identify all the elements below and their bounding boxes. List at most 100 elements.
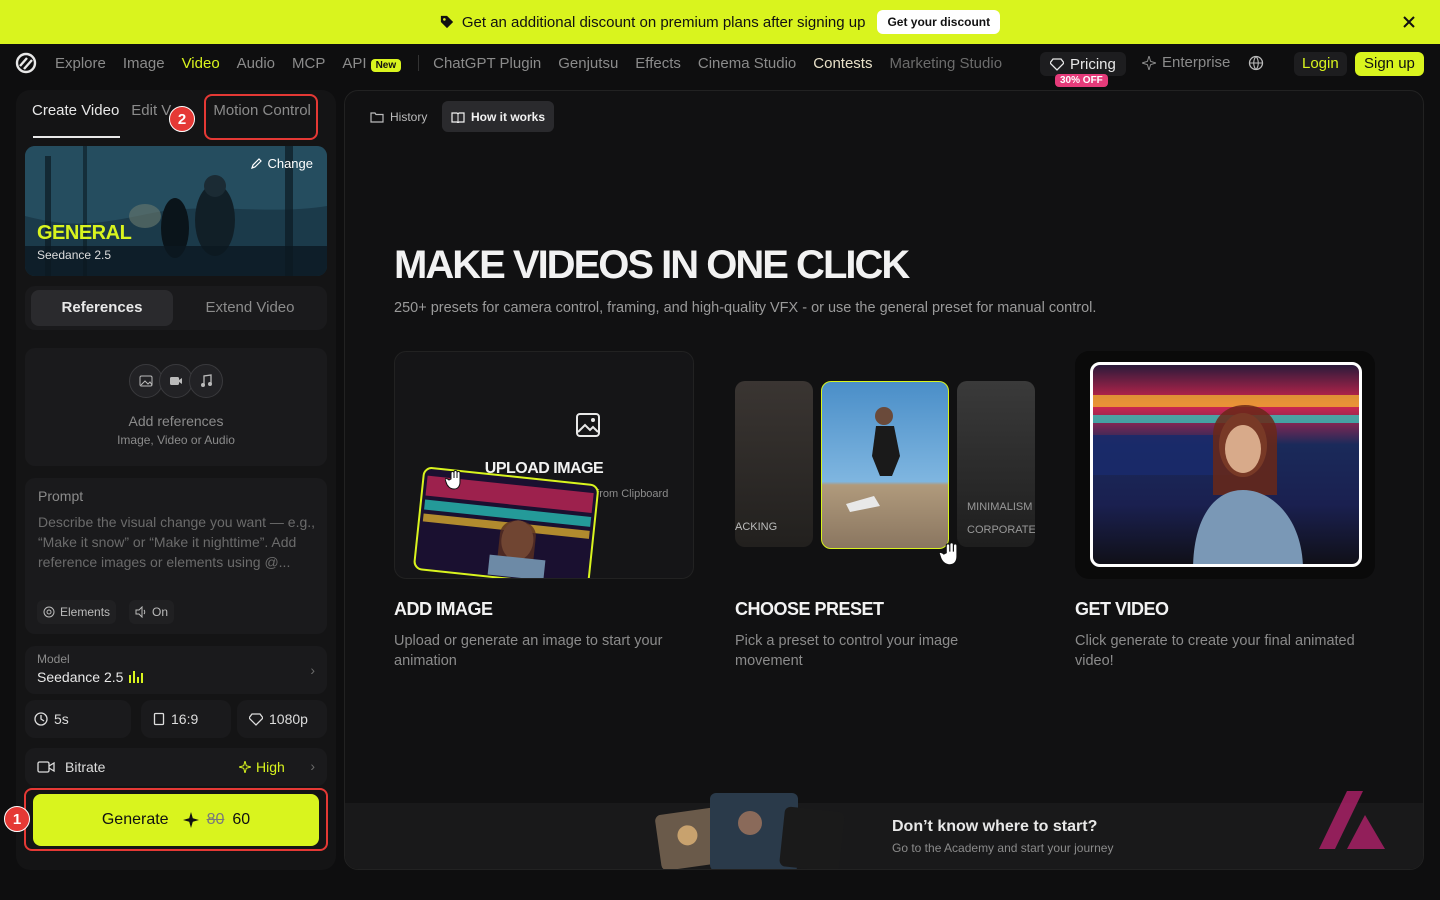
sparkle-icon (239, 761, 251, 773)
clock-icon (34, 712, 48, 726)
hand-cursor-icon (445, 470, 461, 490)
aspect-ratio-value: 16:9 (171, 711, 199, 727)
nav-effects[interactable]: Effects (635, 55, 681, 72)
preset-thumb-selected (821, 381, 949, 549)
create-video-panel: Create Video Edit V Motion Control 2 Cha… (4, 90, 336, 870)
preset-label-corporate: CORPORATE (967, 524, 1035, 536)
mode-references[interactable]: References (31, 290, 173, 326)
academy-title: Don’t know where to start? (892, 818, 1098, 835)
model-name: Seedance 2.5 (37, 669, 124, 685)
how-it-works-label: How it works (471, 109, 546, 124)
change-label: Change (267, 156, 313, 171)
change-preset-button[interactable]: Change (250, 156, 313, 171)
ratio-icon (153, 712, 165, 726)
preset-label-tracking: ACKING (735, 521, 778, 533)
tab-history[interactable]: History (361, 101, 436, 132)
bitrate-label: Bitrate (65, 759, 106, 775)
academy-banner[interactable]: Don’t know where to start? Go to the Aca… (345, 791, 1423, 869)
tab-edit-video[interactable]: Edit V (131, 102, 171, 119)
video-icon (159, 364, 193, 398)
result-video-frame (1090, 362, 1362, 567)
reference-type-icons (129, 364, 223, 398)
step-3-description: Click generate to create your final anim… (1075, 633, 1355, 669)
logo-icon[interactable] (15, 52, 37, 74)
elements-label: Elements (60, 605, 111, 619)
nav-contests[interactable]: Contests (813, 55, 872, 72)
folder-icon (370, 111, 384, 123)
pencil-icon (251, 157, 263, 169)
academy-thumbnails (655, 793, 845, 869)
nav-video[interactable]: Video (182, 55, 220, 72)
nav-explore[interactable]: Explore (55, 55, 106, 72)
duration-selector[interactable]: 5s (25, 700, 131, 738)
nav-image[interactable]: Image (123, 55, 165, 72)
login-button[interactable]: Login (1294, 52, 1347, 76)
person-figure (846, 407, 900, 512)
nav-chatgpt-plugin[interactable]: ChatGPT Plugin (433, 55, 541, 72)
prompt-label: Prompt (38, 488, 84, 504)
nav-api-label: API (342, 54, 367, 72)
chevron-right-icon: › (310, 758, 315, 774)
model-selector[interactable]: Model Seedance 2.5 › (25, 646, 327, 694)
nav-api[interactable]: API New (342, 54, 402, 72)
bitrate-value: High (256, 759, 285, 775)
tab-create-video[interactable]: Create Video (32, 102, 119, 119)
sparkle-icon (1142, 55, 1156, 70)
get-discount-button[interactable]: Get your discount (877, 10, 1001, 34)
prompt-field[interactable]: Prompt Describe the visual change you wa… (25, 478, 327, 634)
preset-title: GENERAL (37, 222, 132, 244)
hand-cursor-icon (939, 542, 958, 566)
tab-how-it-works[interactable]: How it works (442, 101, 555, 132)
diamond-icon (249, 713, 263, 726)
annotation-box-motion-control (204, 94, 318, 140)
banner-text: Get an additional discount on premium pl… (461, 13, 866, 31)
diamond-icon (1050, 58, 1064, 71)
sound-toggle[interactable]: On (129, 600, 175, 624)
generate-button[interactable]: Generate 80 60 (33, 794, 319, 846)
get-video-illustration (1075, 351, 1375, 579)
prompt-placeholder: Describe the visual change you want — e.… (38, 514, 316, 570)
sound-label: On (152, 605, 169, 619)
generate-label: Generate (101, 811, 169, 828)
add-references-dropzone[interactable]: Add references Image, Video or Audio (25, 348, 327, 466)
enterprise-label: Enterprise (1162, 54, 1231, 71)
image-icon (129, 364, 163, 398)
bars-icon (129, 671, 144, 683)
sparkle-icon (182, 812, 199, 828)
nav-divider (418, 55, 420, 71)
add-references-subtitle: Image, Video or Audio (117, 433, 235, 447)
model-label: Model (37, 652, 70, 666)
globe-icon[interactable] (1248, 55, 1264, 71)
step-1-title: ADD IMAGE (394, 599, 493, 619)
pricing-button[interactable]: Pricing (1040, 52, 1126, 76)
signup-button[interactable]: Sign up (1355, 52, 1424, 76)
mode-extend-video[interactable]: Extend Video (179, 290, 321, 326)
nav-audio[interactable]: Audio (237, 55, 275, 72)
enterprise-link[interactable]: Enterprise (1142, 54, 1230, 71)
step-2-title: CHOOSE PRESET (735, 599, 884, 619)
nav-mcp[interactable]: MCP (292, 55, 325, 72)
resolution-selector[interactable]: 1080p (237, 700, 327, 738)
step-1-description: Upload or generate an image to start you… (394, 633, 663, 669)
pricing-label: Pricing (1070, 55, 1116, 73)
bitrate-selector[interactable]: Bitrate High › (25, 748, 327, 786)
top-nav: Explore Image Video Audio MCP API New Cha… (0, 44, 1440, 87)
resolution-value: 1080p (269, 711, 308, 727)
annotation-marker-2: 2 (169, 106, 195, 132)
preset-card[interactable]: Change GENERAL Seedance 2.5 (25, 146, 327, 276)
close-icon[interactable] (1400, 13, 1418, 31)
mode-switch: References Extend Video (25, 286, 327, 330)
nav-marketing-studio[interactable]: Marketing Studio (889, 55, 1002, 72)
preset-thumb-tracking: ACKING (735, 381, 813, 547)
nav-cinema-studio[interactable]: Cinema Studio (698, 55, 796, 72)
academy-subtitle: Go to the Academy and start your journey (892, 841, 1114, 855)
choose-preset-illustration: ACKING MINIMALISM CORPORATE (735, 351, 1035, 579)
aspect-ratio-selector[interactable]: 16:9 (141, 700, 231, 738)
elements-button[interactable]: Elements (37, 600, 117, 624)
step-2-description: Pick a preset to control your image move… (735, 633, 959, 669)
preset-subtitle: Seedance 2.5 (37, 248, 112, 262)
step-3-title: GET VIDEO (1075, 599, 1169, 619)
nav-genjutsu[interactable]: Genjutsu (558, 55, 618, 72)
preset-thumb-minimalism: MINIMALISM CORPORATE (957, 381, 1035, 547)
active-tab-indicator (33, 136, 120, 138)
